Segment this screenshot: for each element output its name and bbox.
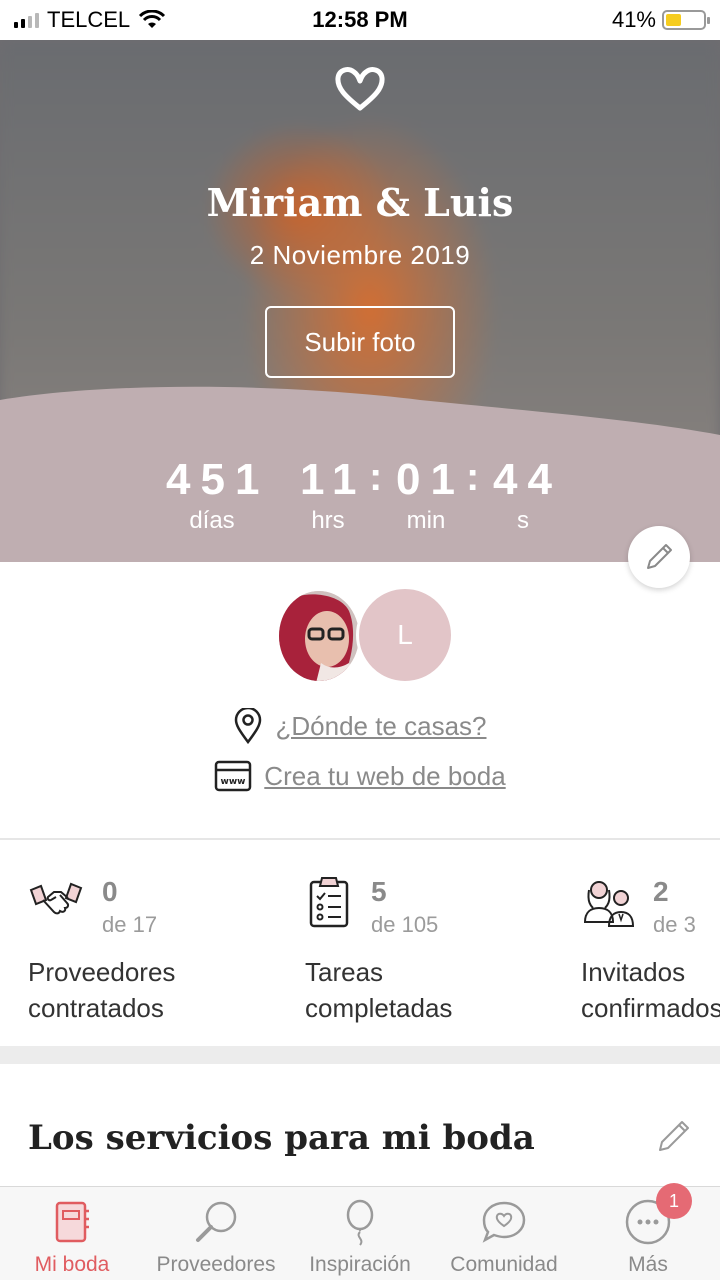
- tab-label: Comunidad: [450, 1253, 558, 1276]
- countdown-hours: 11: [300, 455, 367, 504]
- chat-heart-icon: [482, 1201, 526, 1243]
- countdown-seconds: 44: [493, 455, 562, 504]
- tab-label: Proveedores: [156, 1253, 276, 1276]
- checklist-icon: [309, 877, 349, 928]
- heart-icon: [335, 67, 385, 111]
- handshake-icon: [29, 882, 83, 915]
- countdown-seconds-label: s: [517, 507, 529, 534]
- countdown: 451 11 : 01 : 44 días hrs min s: [0, 455, 720, 555]
- countdown-minutes-label: min: [406, 507, 446, 534]
- stat-label: Proveedores contratados: [28, 957, 176, 1023]
- wifi-icon: [139, 10, 166, 28]
- location-row: ¿Dónde te casas?: [0, 708, 720, 744]
- notification-badge: 1: [656, 1183, 692, 1219]
- countdown-days: 451: [166, 455, 270, 504]
- website-row: www Crea tu web de boda: [0, 760, 720, 792]
- tab-proveedores[interactable]: Proveedores: [144, 1187, 288, 1280]
- tab-label: Mi boda: [34, 1253, 110, 1276]
- couple-names: Miriam & Luis: [206, 180, 514, 225]
- stats-row: 0 de 17 Proveedores contratados 5 de 105…: [0, 862, 720, 1042]
- bottom-tab-bar: Mi boda Proveedores Inspiración Comunida…: [0, 1183, 720, 1280]
- wedding-location-link[interactable]: ¿Dónde te casas?: [275, 711, 486, 742]
- tab-label: Inspiración: [309, 1253, 411, 1276]
- countdown-days-label: días: [189, 507, 235, 534]
- stat-count: 0: [102, 876, 118, 907]
- tab-comunidad[interactable]: Comunidad: [432, 1187, 576, 1280]
- tab-label: Más: [628, 1253, 668, 1276]
- countdown-separator: :: [466, 455, 480, 499]
- magnifier-icon: [196, 1201, 237, 1242]
- avatar[interactable]: [276, 588, 362, 684]
- pencil-icon[interactable]: [654, 1116, 694, 1156]
- wedding-website-link[interactable]: Crea tu web de boda: [264, 761, 505, 792]
- status-bar: TELCEL 12:58 PM 41%: [0, 0, 720, 40]
- section-title: Los servicios para mi boda: [28, 1118, 535, 1158]
- battery-icon: [662, 10, 710, 30]
- tab-mas[interactable]: Más 1: [576, 1183, 720, 1280]
- balloon-icon: [346, 1199, 374, 1246]
- stat-label: Invitados confirmados: [581, 957, 720, 1023]
- guests-icon: [583, 881, 635, 927]
- countdown-hours-label: hrs: [311, 507, 345, 534]
- carrier-name: TELCEL: [47, 7, 131, 32]
- hero-banner: Miriam & Luis 2 Noviembre 2019 Subir fot…: [0, 40, 720, 562]
- svg-text:www: www: [221, 777, 246, 787]
- pencil-icon: [647, 544, 672, 569]
- location-pin-icon: [235, 708, 262, 744]
- tab-mi-boda[interactable]: Mi boda: [0, 1187, 144, 1280]
- partner-avatar[interactable]: L: [356, 586, 454, 684]
- upload-photo-button[interactable]: Subir foto: [265, 306, 455, 378]
- stat-total: de 105: [371, 912, 439, 937]
- browser-icon: www: [215, 760, 252, 792]
- countdown-separator: :: [369, 455, 383, 499]
- section-separator: [0, 1046, 720, 1064]
- stat-label: Tareas completadas: [305, 957, 453, 1023]
- stat-total: de 3: [653, 912, 696, 937]
- countdown-minutes: 01: [396, 455, 465, 504]
- divider: [0, 838, 720, 840]
- couple-avatars: L: [0, 586, 720, 686]
- tab-inspiracion[interactable]: Inspiración: [288, 1187, 432, 1280]
- notebook-icon: [55, 1201, 89, 1243]
- signal-icon: [14, 12, 39, 28]
- stat-total: de 17: [102, 912, 158, 937]
- battery-percent: 41%: [611, 7, 656, 32]
- wedding-date: 2 Noviembre 2019: [249, 240, 471, 270]
- stat-count: 5: [371, 876, 387, 907]
- edit-wedding-button[interactable]: [628, 526, 690, 588]
- stat-count: 2: [653, 876, 669, 907]
